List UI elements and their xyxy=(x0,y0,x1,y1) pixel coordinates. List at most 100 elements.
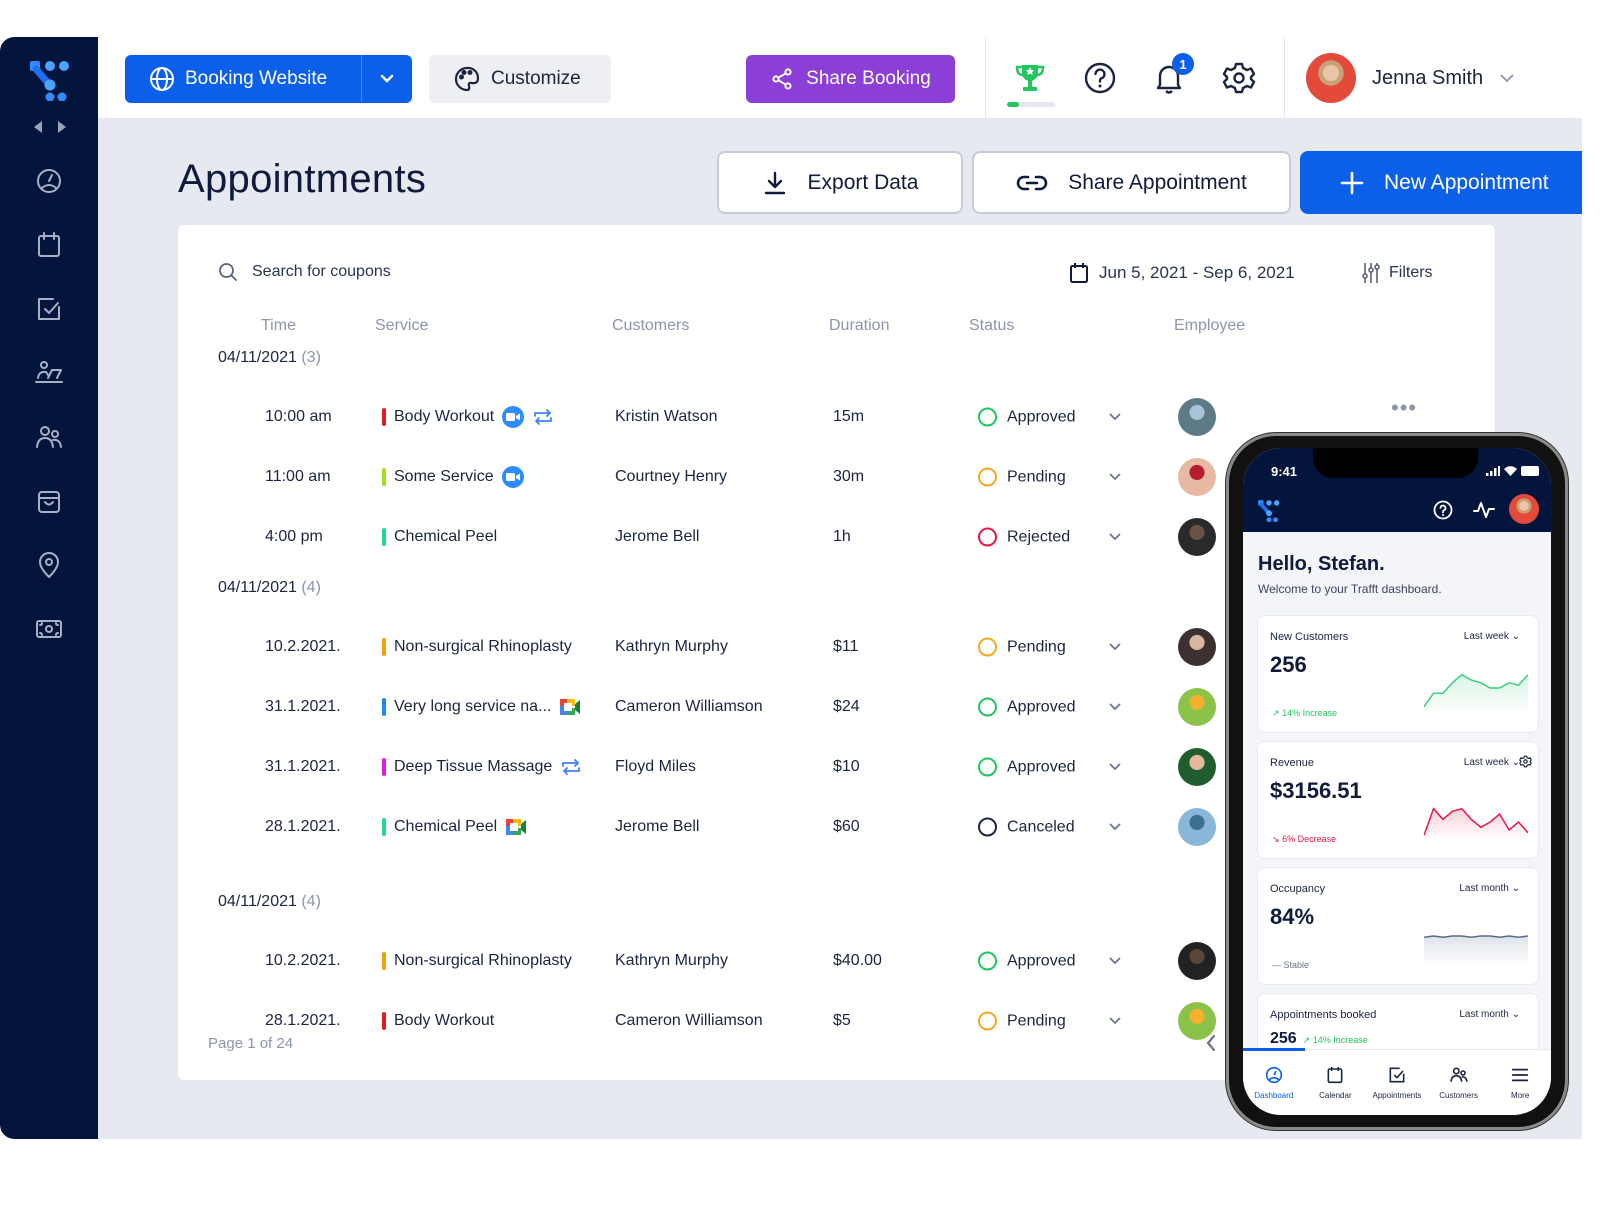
status-dropdown[interactable]: Pending xyxy=(978,637,1066,657)
cell-customer[interactable]: Kathryn Murphy xyxy=(615,952,728,970)
table-row[interactable]: 28.1.2021. Chemical Peel Jerome Bell $60… xyxy=(178,807,1238,847)
activity-pulse-icon[interactable] xyxy=(1473,500,1495,520)
help-button[interactable] xyxy=(1081,59,1119,97)
table-row[interactable]: 28.1.2021. Body Workout Cameron Williams… xyxy=(178,1001,1238,1041)
status-chevron-button[interactable] xyxy=(1108,408,1122,426)
stat-card[interactable]: New Customers Last week ⌄ 256 ↗ 14% Incre… xyxy=(1257,615,1539,733)
sidebar-item-appointments[interactable] xyxy=(33,293,65,325)
cell-customer[interactable]: Kathryn Murphy xyxy=(615,638,728,656)
cell-customer[interactable]: Cameron Williamson xyxy=(615,698,763,716)
status-dropdown[interactable]: Rejected xyxy=(978,527,1070,547)
employee-avatar[interactable] xyxy=(1178,808,1216,846)
period-dropdown[interactable]: Last month ⌄ xyxy=(1459,1009,1520,1020)
column-header-status[interactable]: Status xyxy=(969,317,1014,335)
sidebar-collapse-toggle[interactable] xyxy=(34,121,66,133)
status-dropdown[interactable]: Canceled xyxy=(978,817,1075,837)
customize-button[interactable]: Customize xyxy=(429,55,611,103)
table-row[interactable]: 31.1.2021. Very long service na... Camer… xyxy=(178,687,1238,727)
status-chevron-button[interactable] xyxy=(1108,528,1122,546)
trafft-logo-icon[interactable] xyxy=(28,57,72,101)
achievements-button[interactable] xyxy=(1011,59,1049,97)
employee-avatar[interactable] xyxy=(1178,688,1216,726)
status-dropdown[interactable]: Approved xyxy=(978,951,1076,971)
status-chevron-button[interactable] xyxy=(1108,638,1122,656)
divider xyxy=(985,37,986,119)
filters-button[interactable]: Filters xyxy=(1361,262,1433,284)
cell-service: Non-surgical Rhinoplasty xyxy=(382,638,572,656)
table-row[interactable]: 10.2.2021. Non-surgical Rhinoplasty Kath… xyxy=(178,941,1238,981)
date-range-picker[interactable]: Jun 5, 2021 - Sep 6, 2021 xyxy=(1069,262,1295,284)
cell-customer[interactable]: Cameron Williamson xyxy=(615,1012,763,1030)
chevron-down-icon xyxy=(1109,1017,1121,1025)
cell-customer[interactable]: Jerome Bell xyxy=(615,528,699,546)
employee-avatar[interactable] xyxy=(1178,458,1216,496)
table-row[interactable]: 10:00 am Body Workout Kristin Watson 15m… xyxy=(178,397,1238,437)
table-row[interactable]: 31.1.2021. Deep Tissue Massage Floyd Mil… xyxy=(178,747,1238,787)
period-dropdown[interactable]: Last month ⌄ xyxy=(1459,883,1520,894)
column-header-customers[interactable]: Customers xyxy=(612,317,689,335)
share-booking-button[interactable]: Share Booking xyxy=(746,55,955,103)
mobile-nav-calendar[interactable]: Calendar xyxy=(1305,1050,1367,1115)
mobile-nav-appointments[interactable]: Appointments xyxy=(1366,1050,1428,1115)
booking-website-dropdown[interactable] xyxy=(362,55,412,103)
sidebar-item-calendar[interactable] xyxy=(33,229,65,261)
search-input[interactable]: Search for coupons xyxy=(218,262,391,282)
mobile-nav-customers[interactable]: Customers xyxy=(1428,1050,1490,1115)
status-dropdown[interactable]: Approved xyxy=(978,697,1076,717)
status-dropdown[interactable]: Pending xyxy=(978,467,1066,487)
stat-card[interactable]: Occupancy Last month ⌄ 84% — Stable xyxy=(1257,867,1539,985)
cell-customer[interactable]: Courtney Henry xyxy=(615,468,727,486)
gear-icon[interactable] xyxy=(1519,755,1532,768)
employee-avatar[interactable] xyxy=(1178,518,1216,556)
sidebar-item-finance[interactable] xyxy=(33,613,65,645)
cell-customer[interactable]: Kristin Watson xyxy=(615,408,718,426)
period-dropdown[interactable]: Last week ⌄ xyxy=(1464,631,1520,642)
mobile-user-avatar[interactable] xyxy=(1509,494,1539,524)
employee-avatar[interactable] xyxy=(1178,628,1216,666)
status-chevron-button[interactable] xyxy=(1108,818,1122,836)
booking-website-button[interactable]: Booking Website xyxy=(125,55,362,103)
status-chevron-button[interactable] xyxy=(1108,1012,1122,1030)
user-menu[interactable]: Jenna Smith xyxy=(1306,53,1515,103)
sparkline-area xyxy=(1424,936,1528,966)
status-dropdown[interactable]: Approved xyxy=(978,757,1076,777)
sidebar-item-dashboard[interactable] xyxy=(33,165,65,197)
mobile-nav-dashboard[interactable]: Dashboard xyxy=(1243,1050,1305,1115)
export-data-button[interactable]: Export Data xyxy=(717,151,963,214)
column-header-time[interactable]: Time xyxy=(261,317,296,335)
sidebar-item-services[interactable] xyxy=(33,485,65,517)
new-appointment-button[interactable]: New Appointment xyxy=(1300,151,1582,214)
column-header-duration[interactable]: Duration xyxy=(829,317,889,335)
column-header-service[interactable]: Service xyxy=(375,317,428,335)
chevron-down-icon xyxy=(380,74,394,83)
employee-avatar[interactable] xyxy=(1178,748,1216,786)
settings-button[interactable] xyxy=(1220,59,1258,97)
help-question-icon[interactable] xyxy=(1433,500,1453,520)
mobile-nav-more[interactable]: More xyxy=(1489,1050,1551,1115)
share-appointment-button[interactable]: Share Appointment xyxy=(972,151,1291,214)
status-chevron-button[interactable] xyxy=(1108,758,1122,776)
cell-customer[interactable]: Jerome Bell xyxy=(615,818,699,836)
employee-avatar[interactable] xyxy=(1178,398,1216,436)
table-row[interactable]: 11:00 am Some Service Courtney Henry 30m… xyxy=(178,457,1238,497)
table-row[interactable]: 10.2.2021. Non-surgical Rhinoplasty Kath… xyxy=(178,627,1238,667)
column-header-employee[interactable]: Employee xyxy=(1174,317,1245,335)
sidebar-item-locations[interactable] xyxy=(33,549,65,581)
status-dropdown[interactable]: Approved xyxy=(978,407,1076,427)
sidebar-item-employees[interactable] xyxy=(33,357,65,389)
row-more-options-button[interactable]: ••• xyxy=(1391,395,1417,421)
employee-avatar[interactable] xyxy=(1178,942,1216,980)
stat-card[interactable]: Revenue Last week ⌄ $3156.51 ↘ 6% Decreas… xyxy=(1257,741,1539,859)
status-chevron-button[interactable] xyxy=(1108,952,1122,970)
sidebar-item-customers[interactable] xyxy=(33,421,65,453)
previous-page-button[interactable] xyxy=(1205,1033,1217,1058)
cell-customer[interactable]: Floyd Miles xyxy=(615,758,696,776)
period-dropdown[interactable]: Last week ⌄ xyxy=(1464,757,1520,768)
status-chevron-button[interactable] xyxy=(1108,698,1122,716)
status-dropdown[interactable]: Pending xyxy=(978,1011,1066,1031)
cell-duration: $5 xyxy=(833,1012,851,1029)
table-row[interactable]: 4:00 pm Chemical Peel Jerome Bell 1h Rej… xyxy=(178,517,1238,557)
notification-badge: 1 xyxy=(1172,53,1194,75)
trafft-logo-icon[interactable] xyxy=(1257,498,1281,522)
status-chevron-button[interactable] xyxy=(1108,468,1122,486)
